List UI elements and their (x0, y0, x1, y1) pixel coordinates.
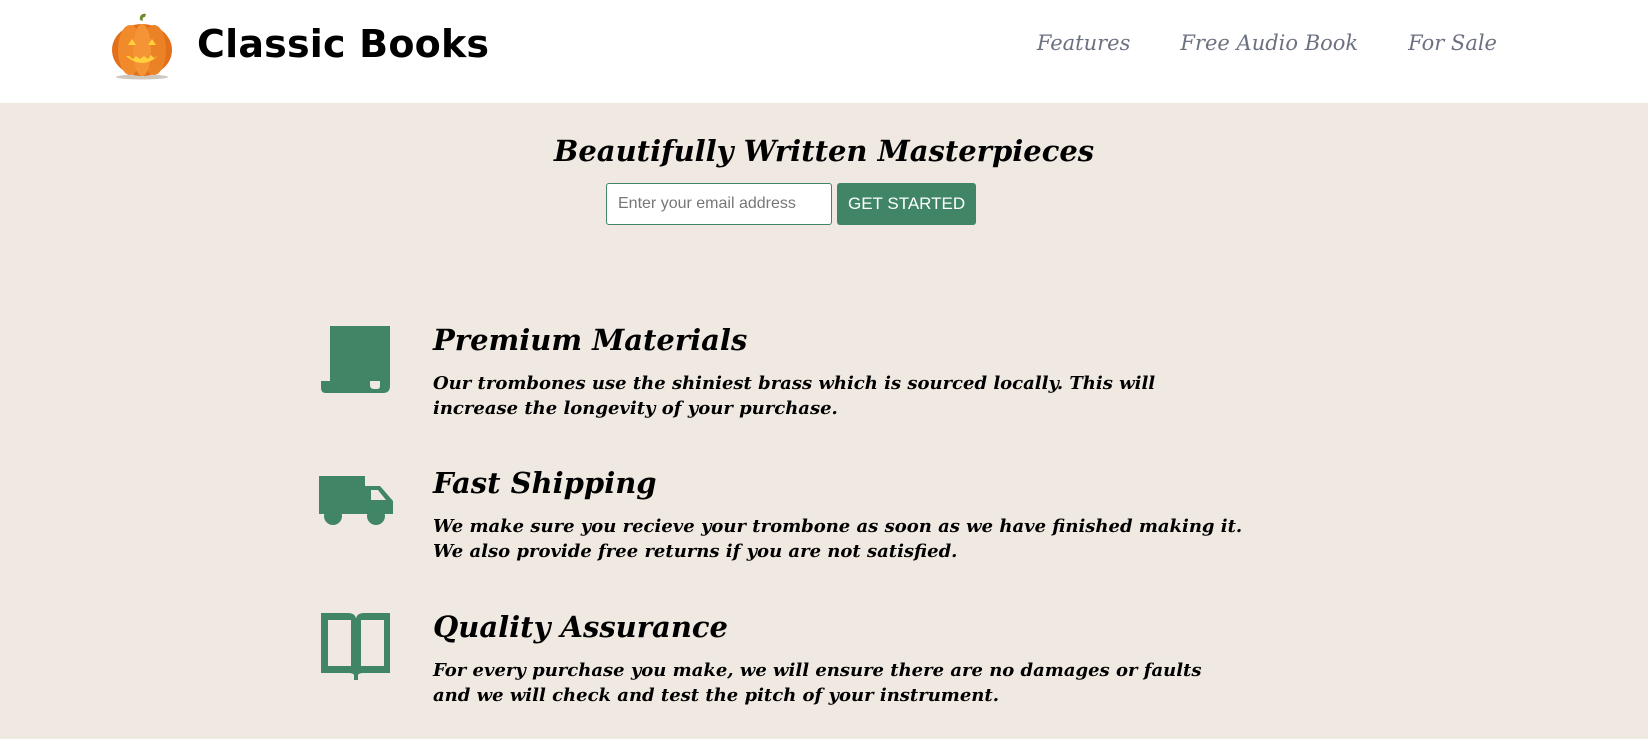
hero-title: Beautifully Written Masterpieces (553, 134, 1095, 168)
get-started-button[interactable]: GET STARTED (837, 183, 977, 225)
feature-text: Our trombones use the shiniest brass whi… (433, 373, 1156, 419)
feature-text: We make sure you recieve your trombone a… (433, 516, 1243, 562)
feature-title: Premium Materials (433, 323, 748, 357)
scroll-icon (318, 323, 394, 399)
feature-text: For every purchase you make, we will ens… (433, 660, 1202, 706)
pumpkin-icon[interactable] (108, 12, 176, 80)
email-input[interactable] (606, 183, 832, 225)
truck-icon (318, 466, 394, 542)
signup-form: GET STARTED (606, 183, 977, 225)
site-brand[interactable]: Classic Books (197, 22, 489, 66)
site-header: Classic Books Features Free Audio Book F… (0, 0, 1648, 103)
nav-link-free-audio-book[interactable]: Free Audio Book (1180, 31, 1358, 55)
open-book-icon (318, 610, 394, 686)
nav-link-features[interactable]: Features (1037, 31, 1131, 55)
feature-title: Fast Shipping (433, 466, 657, 500)
nav-link-for-sale[interactable]: For Sale (1408, 31, 1497, 55)
feature-title: Quality Assurance (433, 610, 729, 644)
main-nav: Features Free Audio Book For Sale (1037, 31, 1497, 55)
